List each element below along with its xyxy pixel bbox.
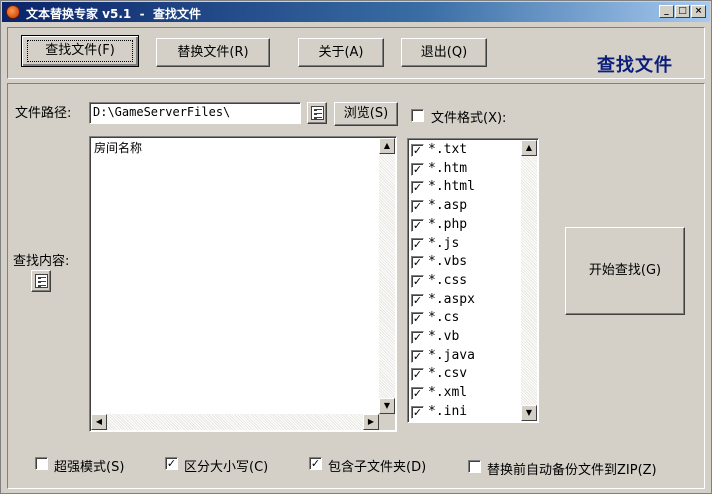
- start-search-button[interactable]: 开始查找(G): [565, 227, 685, 315]
- format-item[interactable]: ✓ *.css: [411, 272, 521, 290]
- replace-files-button[interactable]: 替换文件(R): [156, 38, 270, 67]
- scroll-corner: [379, 414, 395, 430]
- format-item-checkbox[interactable]: ✓: [411, 387, 424, 401]
- vertical-scrollbar[interactable]: ▲ ▼: [379, 138, 395, 414]
- close-button[interactable]: ×: [691, 5, 706, 18]
- format-item-label: *.xml: [428, 385, 468, 401]
- browse-button[interactable]: 浏览(S): [334, 102, 398, 126]
- format-item-label: *.csv: [428, 366, 468, 382]
- format-item-checkbox[interactable]: ✓: [411, 181, 424, 195]
- format-item-label: *.html: [428, 179, 475, 195]
- format-item[interactable]: ✓ *.xml: [411, 384, 521, 402]
- case-sensitive-label: 区分大小写(C): [184, 460, 269, 475]
- scroll-left-icon[interactable]: ◀: [91, 414, 107, 430]
- format-item[interactable]: ✓ *.js: [411, 235, 521, 253]
- backup-zip-checkbox[interactable]: [468, 460, 481, 473]
- scroll-right-icon[interactable]: ▶: [363, 414, 379, 430]
- backup-zip-label: 替换前自动备份文件到ZIP(Z): [487, 463, 657, 478]
- format-item-checkbox[interactable]: ✓: [411, 144, 424, 157]
- format-item[interactable]: ✓ *.ini: [411, 403, 521, 421]
- format-checkbox[interactable]: [411, 109, 424, 122]
- super-mode-label: 超强模式(S): [54, 460, 125, 475]
- format-item-checkbox[interactable]: ✓: [411, 237, 424, 251]
- format-item-label: *.js: [428, 235, 460, 251]
- scroll-up-icon[interactable]: ▲: [379, 138, 395, 154]
- format-item-checkbox[interactable]: ✓: [411, 200, 424, 214]
- minimize-button[interactable]: _: [659, 5, 674, 18]
- format-item[interactable]: ✓ *.java: [411, 347, 521, 365]
- app-window: 文本替换专家 v5.1 - 查找文件 _ □ × 查找文件(F) 替换文件(R)…: [0, 0, 712, 494]
- format-item[interactable]: ✓ *.cs: [411, 309, 521, 327]
- format-item-label: *.aspx: [428, 291, 475, 307]
- format-label: 文件格式(X):: [431, 111, 507, 126]
- case-sensitive-checkbox[interactable]: ✓: [165, 457, 178, 470]
- format-item-label: *.asp: [428, 198, 468, 214]
- format-item-checkbox[interactable]: ✓: [411, 349, 424, 363]
- page-title: 查找文件: [597, 55, 673, 76]
- list-icon: [35, 274, 48, 288]
- scroll-down-icon[interactable]: ▼: [521, 405, 537, 421]
- content-list-button[interactable]: [31, 270, 51, 292]
- horizontal-scrollbar[interactable]: ◀ ▶: [91, 414, 379, 430]
- format-item-checkbox[interactable]: ✓: [411, 331, 424, 344]
- format-item-label: *.ini: [428, 403, 468, 419]
- scroll-down-icon[interactable]: ▼: [379, 398, 395, 414]
- format-item-checkbox[interactable]: ✓: [411, 274, 424, 288]
- path-input[interactable]: D:\GameServerFiles\: [89, 102, 301, 124]
- maximize-button[interactable]: □: [675, 5, 690, 18]
- format-item-checkbox[interactable]: ✓: [411, 312, 424, 326]
- content-label: 查找内容:: [13, 254, 70, 269]
- scroll-up-icon[interactable]: ▲: [521, 140, 537, 156]
- format-item-label: *.css: [428, 272, 468, 288]
- content-text: 房间名称: [94, 141, 143, 155]
- format-item-label: *.htm: [428, 160, 468, 176]
- format-list[interactable]: ✓ *.txt ✓ *.htm ✓ *.html ✓ *.asp ✓ *.php ✓ *.js ✓ *.v…: [407, 138, 539, 423]
- format-item-label: *.txt: [428, 142, 468, 157]
- format-item-checkbox[interactable]: ✓: [411, 368, 424, 382]
- format-item-checkbox[interactable]: ✓: [411, 256, 424, 270]
- path-label: 文件路径:: [15, 106, 72, 121]
- format-item-label: *.vb: [428, 329, 460, 344]
- include-subfolders-label: 包含子文件夹(D): [328, 460, 427, 475]
- format-item[interactable]: ✓ *.asp: [411, 197, 521, 215]
- format-item[interactable]: ✓ *.aspx: [411, 291, 521, 309]
- include-subfolders-checkbox[interactable]: ✓: [309, 457, 322, 470]
- format-item[interactable]: ✓ *.csv: [411, 365, 521, 383]
- about-button[interactable]: 关于(A): [298, 38, 384, 67]
- focus-ring: [27, 40, 133, 62]
- format-item-label: *.vbs: [428, 254, 468, 270]
- format-item-checkbox[interactable]: ✓: [411, 405, 424, 419]
- exit-button[interactable]: 退出(Q): [401, 38, 487, 67]
- super-mode-checkbox[interactable]: [35, 457, 48, 470]
- format-item[interactable]: ✓ *.vb: [411, 328, 521, 346]
- format-item[interactable]: ✓ *.htm: [411, 160, 521, 178]
- format-item[interactable]: ✓ *.txt: [411, 141, 521, 159]
- title-bar[interactable]: 文本替换专家 v5.1 - 查找文件 _ □ ×: [2, 2, 710, 22]
- list-icon: [311, 106, 324, 120]
- format-item-checkbox[interactable]: ✓: [411, 162, 424, 176]
- window-title: 文本替换专家 v5.1 - 查找文件: [26, 7, 201, 21]
- content-textarea[interactable]: 房间名称 ▲ ▼ ◀ ▶: [89, 136, 397, 432]
- format-item[interactable]: ✓ *.html: [411, 178, 521, 196]
- format-list-scrollbar[interactable]: ▲ ▼: [521, 140, 537, 421]
- format-item-label: *.cs: [428, 310, 460, 326]
- format-item-checkbox[interactable]: ✓: [411, 218, 424, 232]
- path-list-button[interactable]: [307, 102, 327, 124]
- format-item-label: *.java: [428, 347, 475, 363]
- format-item-checkbox[interactable]: ✓: [411, 293, 424, 307]
- app-icon: [6, 5, 20, 19]
- format-item[interactable]: ✓ *.php: [411, 216, 521, 234]
- format-item[interactable]: ✓ *.vbs: [411, 253, 521, 271]
- format-item-label: *.php: [428, 216, 468, 232]
